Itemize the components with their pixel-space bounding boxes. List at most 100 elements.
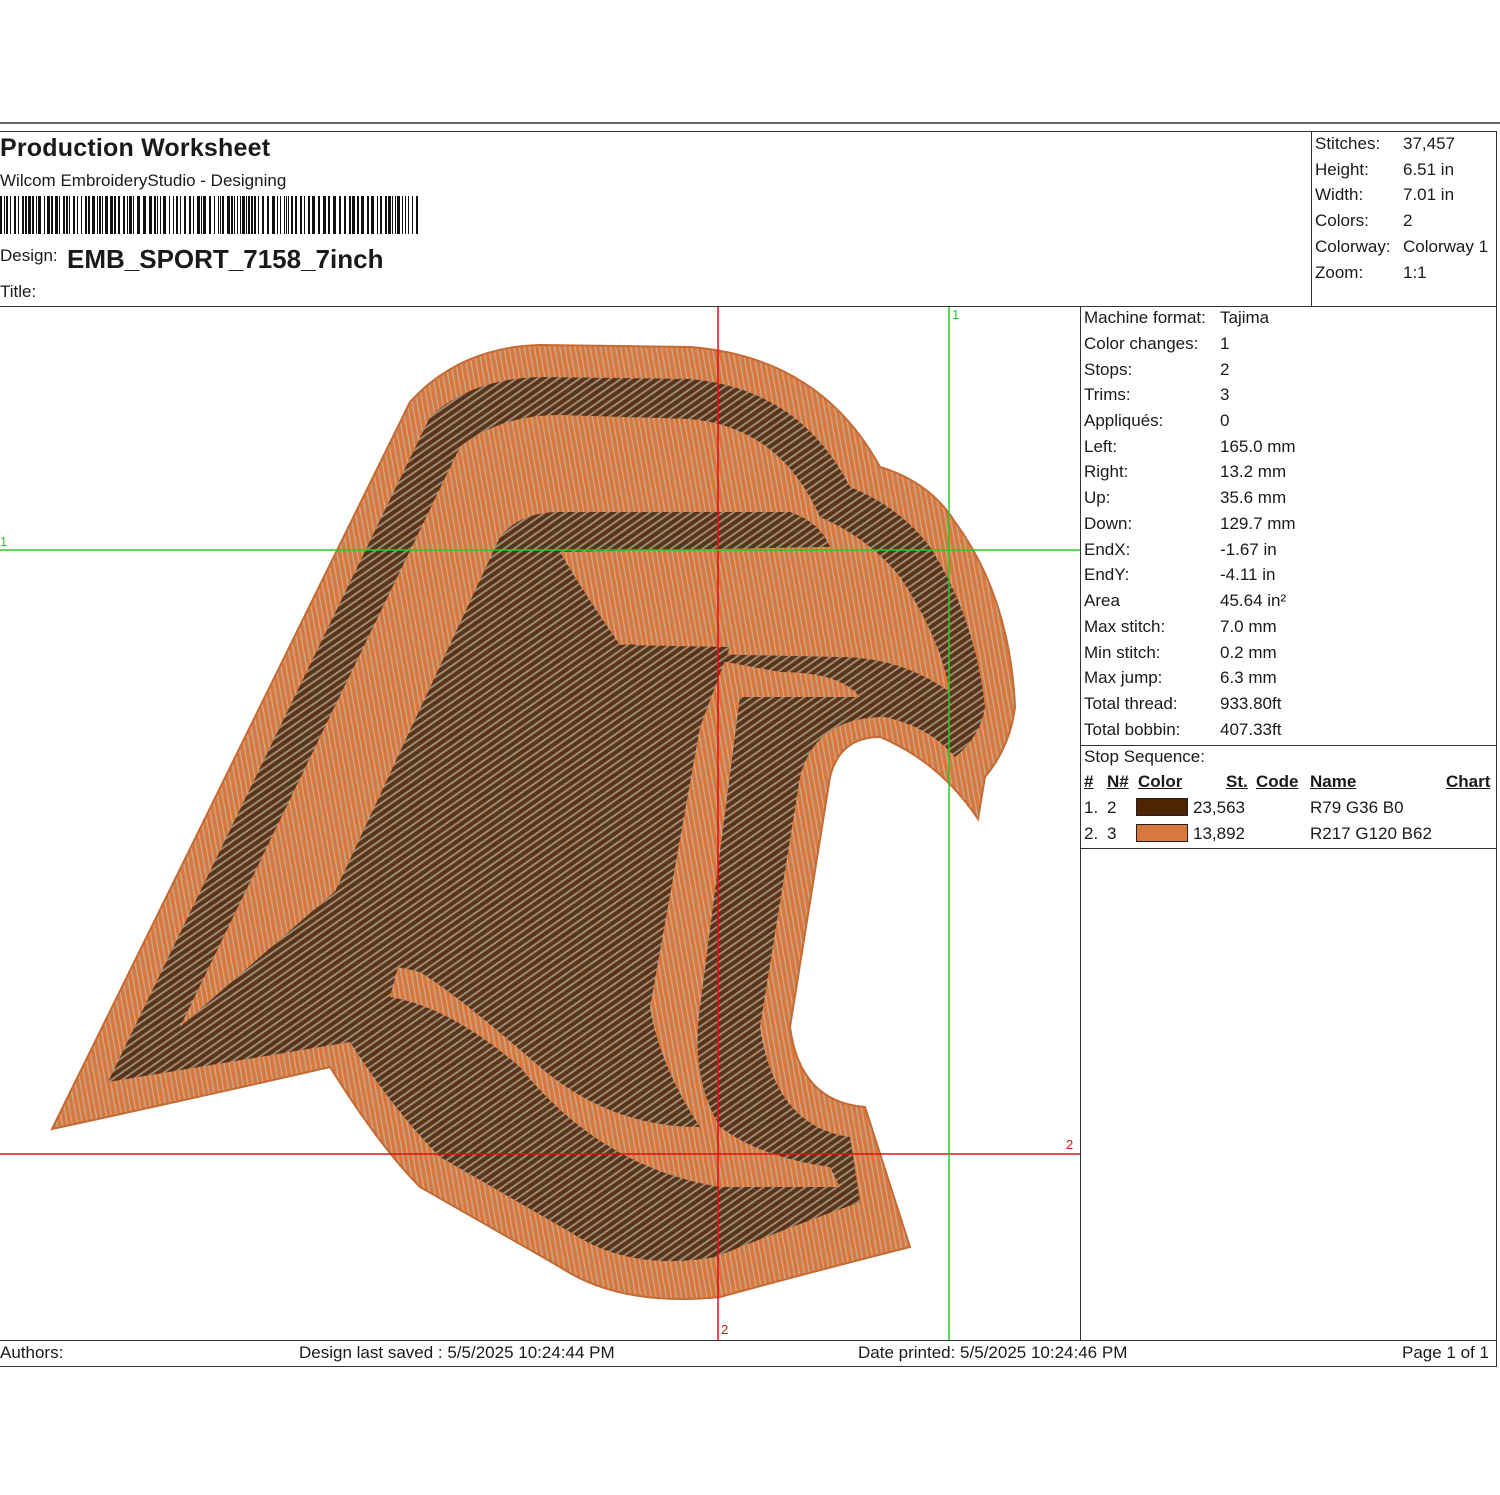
info-label: Color changes: [1084, 334, 1199, 353]
guide-marker: 2 [721, 1322, 729, 1337]
stop-sequence-divider [1080, 745, 1497, 746]
info-row: Machine format: Tajima [1084, 308, 1494, 332]
col-header-name: Name [1310, 772, 1357, 791]
info-label: Area [1084, 591, 1120, 610]
info-label: Total thread: [1084, 694, 1178, 713]
info-value: Tajima [1220, 308, 1270, 327]
stat-value: 6.51 in [1403, 160, 1455, 179]
info-value: 3 [1220, 385, 1230, 404]
stat-row: Colorway: Colorway 1 [1315, 237, 1500, 261]
info-label: Max stitch: [1084, 617, 1166, 636]
stat-value: 7.01 in [1403, 185, 1455, 204]
authors-label: Authors: [0, 1343, 64, 1362]
col-header-needle: N# [1107, 772, 1129, 791]
top-rule [0, 122, 1500, 124]
stat-label: Zoom: [1315, 263, 1364, 282]
info-row: Appliqués: 0 [1084, 411, 1494, 435]
info-row: Trims: 3 [1084, 385, 1494, 409]
guide-marker: 1 [952, 307, 960, 322]
stop-sequence-title: Stop Sequence: [1084, 747, 1205, 766]
info-label: EndY: [1084, 565, 1130, 584]
stitch-count: 13,892 [1193, 824, 1245, 843]
info-label: EndX: [1084, 540, 1131, 559]
page-indicator: Page 1 of 1 [1402, 1343, 1489, 1362]
info-label: Max jump: [1084, 668, 1163, 687]
info-label: Appliqués: [1084, 411, 1164, 430]
stat-row: Zoom: 1:1 [1315, 263, 1500, 287]
info-row: EndX: -1.67 in [1084, 540, 1494, 564]
info-value: 13.2 mm [1220, 462, 1287, 481]
color-swatch [1136, 798, 1188, 816]
col-header-num: # [1084, 772, 1094, 791]
info-row: Min stitch: 0.2 mm [1084, 643, 1494, 667]
info-value: 1 [1220, 334, 1230, 353]
info-row: Right: 13.2 mm [1084, 462, 1494, 486]
design-label: Design: [0, 246, 58, 265]
guide-marker: 1 [0, 534, 8, 549]
page-title: Production Worksheet [0, 134, 271, 162]
info-row: Up: 35.6 mm [1084, 488, 1494, 512]
info-row: Down: 129.7 mm [1084, 514, 1494, 538]
design-saved-date: Design last saved : 5/5/2025 10:24:44 PM [299, 1343, 615, 1362]
info-panel-divider [1080, 306, 1081, 1341]
stat-row: Width: 7.01 in [1315, 185, 1500, 209]
info-value: 933.80ft [1220, 694, 1282, 713]
info-value: 0.2 mm [1220, 643, 1277, 662]
row-number: 2. [1084, 824, 1099, 843]
info-label: Right: [1084, 462, 1129, 481]
info-label: Total bobbin: [1084, 720, 1181, 739]
stop-sequence-bottom-divider [1080, 848, 1497, 849]
date-printed: Date printed: 5/5/2025 10:24:46 PM [858, 1343, 1128, 1362]
color-name: R79 G36 B0 [1310, 798, 1404, 817]
info-value: 165.0 mm [1220, 437, 1296, 456]
info-label: Machine format: [1084, 308, 1206, 327]
color-swatch [1136, 824, 1188, 842]
stat-label: Height: [1315, 160, 1369, 179]
guide-marker: 2 [1066, 1137, 1074, 1152]
info-row: Color changes: 1 [1084, 334, 1494, 358]
col-header-color: Color [1138, 772, 1183, 791]
stat-label: Colors: [1315, 211, 1369, 230]
stitch-count: 23,563 [1193, 798, 1245, 817]
info-value: 129.7 mm [1220, 514, 1296, 533]
info-value: 35.6 mm [1220, 488, 1287, 507]
info-row: Total bobbin: 407.33ft [1084, 720, 1494, 744]
needle-number: 2 [1107, 798, 1117, 817]
info-row: Left: 165.0 mm [1084, 437, 1494, 461]
info-value: 6.3 mm [1220, 668, 1277, 687]
info-row: Max stitch: 7.0 mm [1084, 617, 1494, 641]
color-name: R217 G120 B62 [1310, 824, 1432, 843]
row-number: 1. [1084, 798, 1099, 817]
info-value: -4.11 in [1220, 565, 1276, 584]
footer-divider [0, 1340, 1497, 1341]
barcode [0, 196, 418, 234]
info-value: 0 [1220, 411, 1230, 430]
design-canvas: 1 1 2 2 [0, 307, 1080, 1340]
info-label: Trims: [1084, 385, 1131, 404]
stat-value: 37,457 [1403, 134, 1455, 153]
stat-row: Stitches: 37,457 [1315, 134, 1500, 158]
info-value: 7.0 mm [1220, 617, 1277, 636]
design-name: EMB_SPORT_7158_7inch [67, 244, 384, 274]
info-row: Max jump: 6.3 mm [1084, 668, 1494, 692]
stat-value: 1:1 [1403, 263, 1427, 282]
stat-row: Colors: 2 [1315, 211, 1500, 235]
info-value: 407.33ft [1220, 720, 1282, 739]
stat-value: Colorway 1 [1403, 237, 1489, 256]
info-label: Up: [1084, 488, 1111, 507]
embroidery-preview [0, 307, 1080, 1340]
stat-label: Width: [1315, 185, 1364, 204]
info-row: EndY: -4.11 in [1084, 565, 1494, 589]
stat-label: Stitches: [1315, 134, 1381, 153]
title-label: Title: [0, 282, 37, 301]
info-row: Stops: 2 [1084, 360, 1494, 384]
info-value: 2 [1220, 360, 1230, 379]
stat-row: Height: 6.51 in [1315, 160, 1500, 184]
info-label: Min stitch: [1084, 643, 1161, 662]
info-label: Stops: [1084, 360, 1133, 379]
col-header-chart: Chart [1446, 772, 1491, 791]
eagle-logo-icon [50, 343, 1017, 1300]
software-name: Wilcom EmbroideryStudio - Designing [0, 171, 287, 190]
col-header-code: Code [1256, 772, 1299, 791]
info-value: -1.67 in [1220, 540, 1277, 559]
